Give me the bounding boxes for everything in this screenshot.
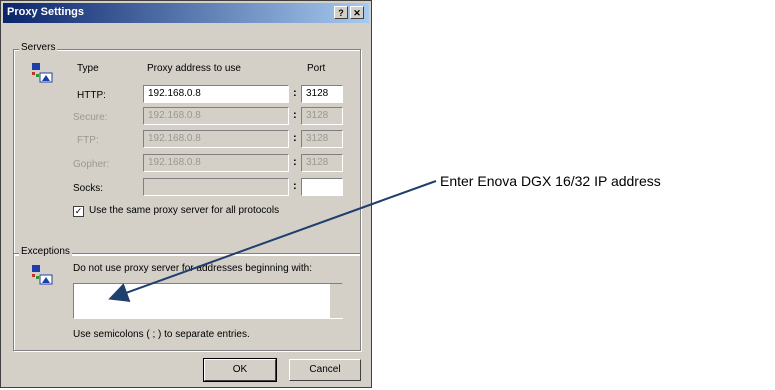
annotation-text: Enter Enova DGX 16/32 IP address — [440, 173, 661, 189]
annotation-arrow — [108, 180, 437, 302]
